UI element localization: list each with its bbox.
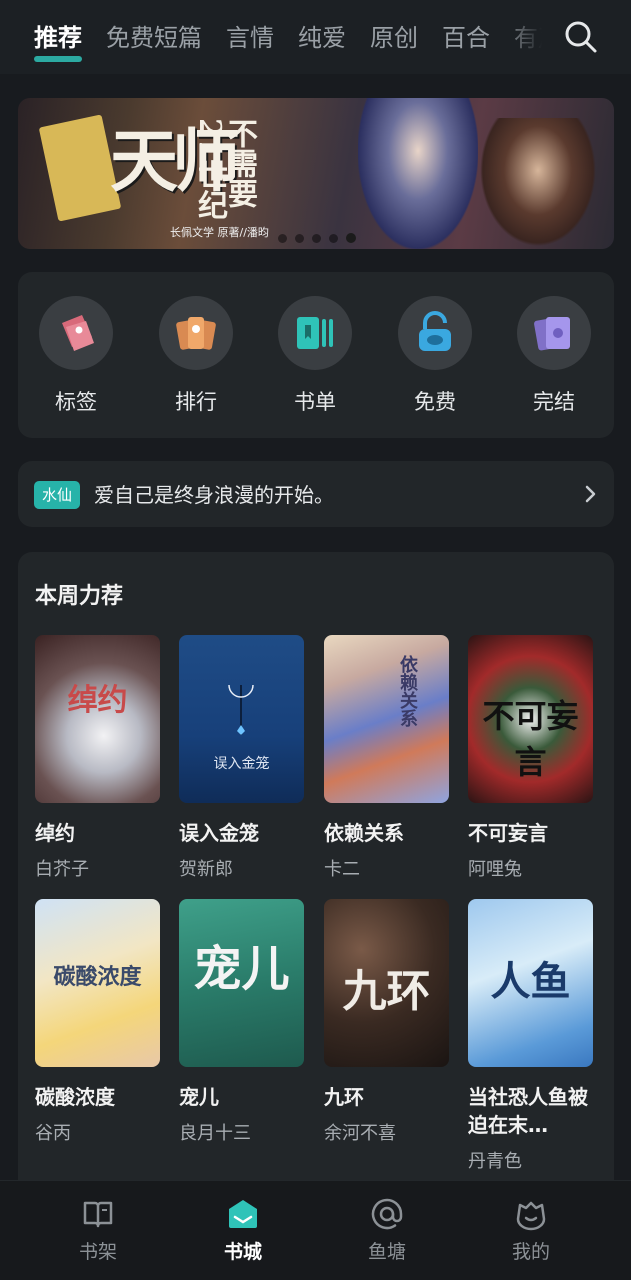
booklist-icon xyxy=(297,317,333,349)
top-tab-bar: 推荐 免费短篇 言情 纯爱 原创 百合 有声 xyxy=(0,0,631,74)
banner-character-2 xyxy=(478,118,598,249)
banner-dot-active xyxy=(346,233,356,243)
bookshelf-icon xyxy=(83,1201,113,1228)
tab-gl[interactable]: 百合 xyxy=(442,18,490,62)
book-card[interactable]: 碳酸浓度 碳酸浓度 谷丙 xyxy=(35,899,160,1145)
tab-romance[interactable]: 言情 xyxy=(226,18,274,62)
shortcut-ranking[interactable]: 排行 xyxy=(151,296,241,416)
book-title: 依赖关系 xyxy=(324,821,404,845)
banner-credit: 长佩文学 原著//潘昀 xyxy=(170,226,269,239)
book-author: 余河不喜 xyxy=(324,1123,396,1144)
book-card[interactable]: 绰约 绰约 白芥子 xyxy=(35,635,160,881)
cover-title: 人鱼 xyxy=(490,958,571,1005)
book-title: 碳酸浓度 xyxy=(35,1085,115,1109)
cover-title: 宠儿 xyxy=(193,941,290,997)
book-card[interactable]: 不可妄言 不可妄言 阿哩兔 xyxy=(468,635,593,881)
banner-talisman xyxy=(38,114,122,222)
shortcut-label: 排行 xyxy=(175,390,217,414)
shortcut-free[interactable]: 免费 xyxy=(390,296,480,416)
shortcut-finished[interactable]: 完结 xyxy=(509,296,599,416)
book-author: 谷丙 xyxy=(35,1123,71,1144)
tab-recommend[interactable]: 推荐 xyxy=(34,18,82,62)
book-cover: 碳酸浓度 xyxy=(35,899,160,1067)
tag-icon xyxy=(62,315,94,351)
book-card[interactable]: 宠儿 宠儿 良月十三 xyxy=(179,899,304,1145)
nav-label: 书架 xyxy=(78,1241,117,1263)
book-cover: 误入金笼 xyxy=(179,635,304,803)
book-author: 白芥子 xyxy=(35,859,89,880)
cover-title: 九环 xyxy=(342,966,431,1017)
weekly-recommendations: 本周力荐 绰约 绰约 白芥子 误入金笼 误入金笼 贺新郎 依赖关系 依赖关系 卡… xyxy=(18,552,614,1202)
notice-tag: 水仙 xyxy=(34,481,81,509)
search-button[interactable] xyxy=(562,18,600,56)
book-card[interactable]: 误入金笼 误入金笼 贺新郎 xyxy=(179,635,304,881)
book-title: 宠儿 xyxy=(179,1085,219,1109)
nav-label: 鱼塘 xyxy=(367,1241,406,1263)
category-shortcuts: 标签 排行 书单 免费 完结 xyxy=(18,272,614,438)
section-title: 本周力荐 xyxy=(35,584,124,609)
book-author: 丹青色 xyxy=(468,1151,522,1172)
cover-title: 不可妄言 xyxy=(482,697,579,781)
book-title: 绰约 xyxy=(35,821,75,845)
book-title: 九环 xyxy=(324,1085,364,1109)
cover-title: 依赖关系 xyxy=(397,655,418,727)
bottom-navigation: 书架 书城 鱼塘 我的 xyxy=(0,1180,631,1280)
free-lock-icon xyxy=(419,311,451,351)
book-author: 贺新郎 xyxy=(179,859,233,880)
book-card[interactable]: 人鱼 当社恐人鱼被迫在末… 丹青色 xyxy=(468,899,593,1173)
banner-dot xyxy=(312,233,321,243)
at-pond-icon xyxy=(371,1198,403,1230)
tab-free-short[interactable]: 免费短篇 xyxy=(106,18,202,62)
tab-fade xyxy=(500,14,560,64)
shortcut-booklist[interactable]: 书单 xyxy=(270,296,360,416)
tab-bl[interactable]: 纯爱 xyxy=(298,18,346,62)
book-author: 良月十三 xyxy=(179,1123,251,1144)
book-card[interactable]: 九环 九环 余河不喜 xyxy=(324,899,449,1145)
promo-banner[interactable]: 天师 不需要21世纪 长佩文学 原著//潘昀 xyxy=(18,98,614,249)
book-cover: 宠儿 xyxy=(179,899,304,1067)
notice-text: 爱自己是终身浪漫的开始。 xyxy=(94,483,334,507)
book-author: 阿哩兔 xyxy=(468,859,522,880)
butterfly-icon xyxy=(228,684,254,735)
book-cover: 绰约 xyxy=(35,635,160,803)
nav-label: 我的 xyxy=(511,1241,550,1263)
nav-bookstore[interactable]: 书城 xyxy=(193,1197,293,1264)
shortcut-label: 书单 xyxy=(294,390,336,414)
banner-dot xyxy=(295,233,304,243)
book-cover: 依赖关系 xyxy=(324,635,449,803)
book-cover: 九环 xyxy=(324,899,449,1067)
shortcut-label: 免费 xyxy=(414,390,456,414)
book-author: 卡二 xyxy=(324,859,360,880)
banner-pagination xyxy=(278,233,356,243)
cover-title: 碳酸浓度 xyxy=(53,964,142,990)
banner-character-1 xyxy=(358,98,478,249)
notice-bar[interactable]: 水仙 爱自己是终身浪漫的开始。 xyxy=(18,461,614,527)
cover-title: 绰约 xyxy=(67,683,128,718)
bookstore-icon xyxy=(229,1200,257,1228)
book-title: 当社恐人鱼被迫在末… xyxy=(468,1085,588,1137)
profile-icon xyxy=(516,1201,546,1231)
nav-label: 书城 xyxy=(223,1241,262,1263)
search-icon xyxy=(565,21,597,53)
book-cover: 不可妄言 xyxy=(468,635,593,803)
tab-original[interactable]: 原创 xyxy=(370,18,418,62)
nav-fishpond[interactable]: 鱼塘 xyxy=(337,1197,437,1264)
category-tabs: 推荐 免费短篇 言情 纯爱 原创 百合 有声 xyxy=(34,18,554,62)
banner-dot xyxy=(278,233,287,243)
ranking-icon xyxy=(176,317,216,350)
shortcut-label: 标签 xyxy=(55,390,97,414)
book-title: 误入金笼 xyxy=(179,821,259,845)
finished-cards-icon xyxy=(534,317,570,351)
book-card[interactable]: 依赖关系 依赖关系 卡二 xyxy=(324,635,449,881)
chevron-right-icon xyxy=(585,485,596,503)
shortcut-label: 完结 xyxy=(533,390,575,414)
banner-dot xyxy=(329,233,338,243)
book-title: 不可妄言 xyxy=(468,821,548,845)
nav-bookshelf[interactable]: 书架 xyxy=(48,1197,148,1264)
book-cover: 人鱼 xyxy=(468,899,593,1067)
shortcut-tags[interactable]: 标签 xyxy=(31,296,121,416)
nav-profile[interactable]: 我的 xyxy=(481,1197,581,1264)
